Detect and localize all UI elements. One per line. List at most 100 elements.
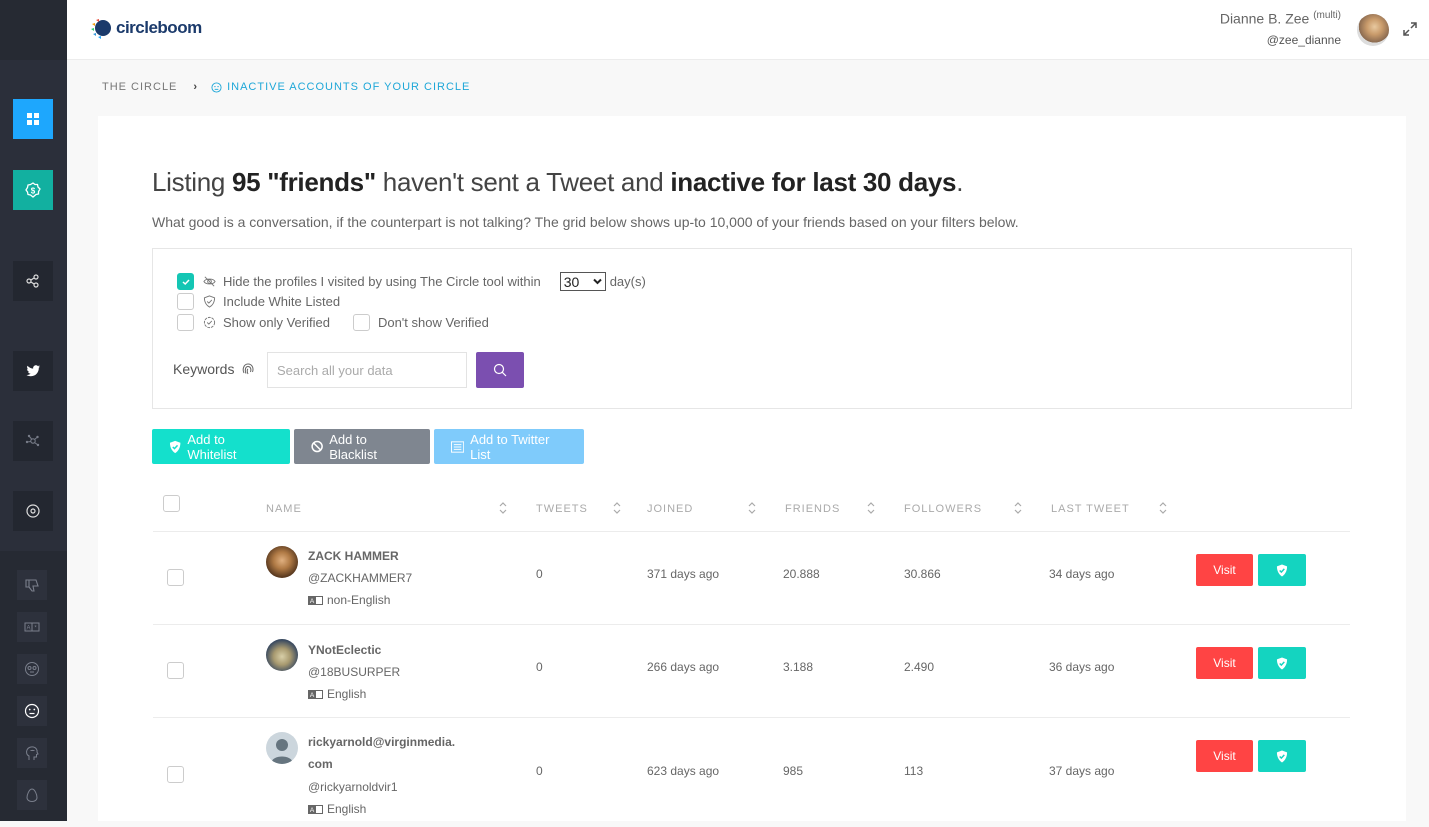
whitelist-button[interactable] [1258,647,1306,679]
page-title: Listing 95 "friends" haven't sent a Twee… [152,167,963,198]
search-icon [493,363,507,377]
row-last-tweet: 37 days ago [1049,764,1115,778]
sidebar-item-pricing[interactable]: $ [13,170,53,210]
sidebar-item-target[interactable] [13,491,53,531]
hide-visited-checkbox[interactable] [177,273,194,290]
sidebar-item-network[interactable] [13,421,53,461]
language-icon: A [308,595,323,605]
row-language-label: English [327,802,367,816]
egg-icon [26,788,38,803]
keywords-label: Keywords [173,361,235,377]
sidebar-subitem-egg[interactable] [17,780,47,810]
column-tweets[interactable]: TWEETS [536,503,588,515]
expand-icon[interactable] [1403,22,1417,36]
visit-button[interactable]: Visit [1196,740,1253,772]
table-row: YNotEclectic @18BUSURPER A English 0 266 … [153,624,1350,717]
add-to-whitelist-button[interactable]: Add to Whitelist [152,429,290,464]
keywords-label-wrap: Keywords [173,361,255,377]
whitelist-button[interactable] [1258,554,1306,586]
sort-icon[interactable] [748,501,756,515]
breadcrumb-current-label: INACTIVE ACCOUNTS OF YOUR CIRCLE [227,81,471,93]
top-bar: circleboom Dianne B. Zee (multi) @zee_di… [67,0,1429,60]
select-all-checkbox[interactable] [163,495,180,512]
visit-button[interactable]: Visit [1196,647,1253,679]
row-language-label: non-English [327,593,391,607]
row-checkbox[interactable] [167,766,184,783]
accounts-table: NAME TWEETS JOINED FRIENDS FOLLOWERS LAS… [153,486,1350,827]
add-to-blacklist-button[interactable]: Add to Blacklist [294,429,430,464]
row-handle: @rickyarnoldvir1 [308,780,398,794]
checkmark-icon [181,278,190,285]
thumbs-down-icon [25,579,39,592]
search-button[interactable] [476,352,524,388]
user-info[interactable]: Dianne B. Zee (multi) @zee_dianne [1220,10,1341,47]
logo[interactable]: circleboom [90,16,202,40]
row-name[interactable]: ZACK HAMMER [308,545,399,567]
row-checkbox[interactable] [167,569,184,586]
column-followers[interactable]: FOLLOWERS [904,503,982,515]
only-verified-checkbox[interactable] [177,314,194,331]
sidebar-subitem-inactive[interactable] [17,696,47,726]
sidebar-subitem-language[interactable]: A * [17,612,47,642]
sort-icon[interactable] [499,501,507,515]
row-name[interactable]: YNotEclectic [308,639,381,661]
search-input[interactable]: Search all your data [267,352,467,388]
column-name[interactable]: NAME [266,503,302,515]
whitelist-button[interactable] [1258,740,1306,772]
verified-badge-icon [203,316,216,329]
language-icon: A [308,804,323,814]
head-brain-icon [26,746,39,760]
column-last-tweet[interactable]: LAST TWEET [1051,503,1130,515]
row-followers: 113 [904,764,924,778]
main-card: Listing 95 "friends" haven't sent a Twee… [98,116,1406,821]
row-followers: 2.490 [904,660,935,674]
row-name-cont[interactable]: com [308,753,333,775]
row-last-tweet: 34 days ago [1049,567,1115,581]
table-row: rickyarnold@virginmedia. com @rickyarnol… [153,717,1350,827]
days-select[interactable]: 30 [559,272,606,291]
row-language-label: English [327,687,367,701]
row-checkbox[interactable] [167,662,184,679]
avatar[interactable] [266,546,298,578]
add-to-whitelist-label: Add to Whitelist [187,431,237,462]
add-to-twitter-list-button[interactable]: Add to Twitter List [434,429,584,464]
sidebar-subitem-unfollow[interactable] [17,570,47,600]
shield-check-icon [203,295,216,308]
breadcrumb-current: INACTIVE ACCOUNTS OF YOUR CIRCLE [211,81,470,93]
sidebar-subitem-mind[interactable] [17,738,47,768]
row-name[interactable]: rickyarnold@virginmedia. [308,731,455,753]
sort-icon[interactable] [867,501,875,515]
dont-show-verified-checkbox[interactable] [352,314,370,331]
row-last-tweet: 36 days ago [1049,660,1115,674]
sort-icon[interactable] [613,501,621,515]
add-to-twitter-list-label: Add to Twitter List [470,431,550,462]
avatar[interactable] [266,732,298,764]
include-whitelisted-label: Include White Listed [223,294,341,309]
row-tweets: 0 [536,567,543,581]
user-avatar[interactable] [1357,14,1389,46]
user-tag: (multi) [1313,10,1341,21]
filter-verified: Show only Verified Don't show Verified [177,314,489,331]
sidebar-item-twitter[interactable] [13,351,53,391]
sidebar-item-share[interactable] [13,261,53,301]
include-whitelisted-checkbox[interactable] [177,293,194,310]
row-tweets: 0 [536,764,543,778]
breadcrumb-root[interactable]: THE CIRCLE [102,81,177,93]
sidebar-item-dashboard[interactable] [13,99,53,139]
bulk-actions: Add to Whitelist Add to Blacklist Add to… [152,429,588,464]
avatar[interactable] [266,639,298,671]
only-verified-label: Show only Verified [223,315,330,330]
sort-icon[interactable] [1159,501,1167,515]
svg-text:A: A [310,807,315,814]
svg-text:A: A [310,598,315,605]
column-friends[interactable]: FRIENDS [785,503,840,515]
sidebar-subitem-fake[interactable] [17,654,47,684]
row-joined: 371 days ago [647,567,720,581]
visit-button[interactable]: Visit [1196,554,1253,586]
share-icon [26,274,39,288]
row-language: A English [308,687,366,701]
sort-icon[interactable] [1014,501,1022,515]
column-joined[interactable]: JOINED [647,503,693,515]
filters-panel: Hide the profiles I visited by using The… [152,248,1352,409]
days-select-value: 30 [563,273,580,290]
